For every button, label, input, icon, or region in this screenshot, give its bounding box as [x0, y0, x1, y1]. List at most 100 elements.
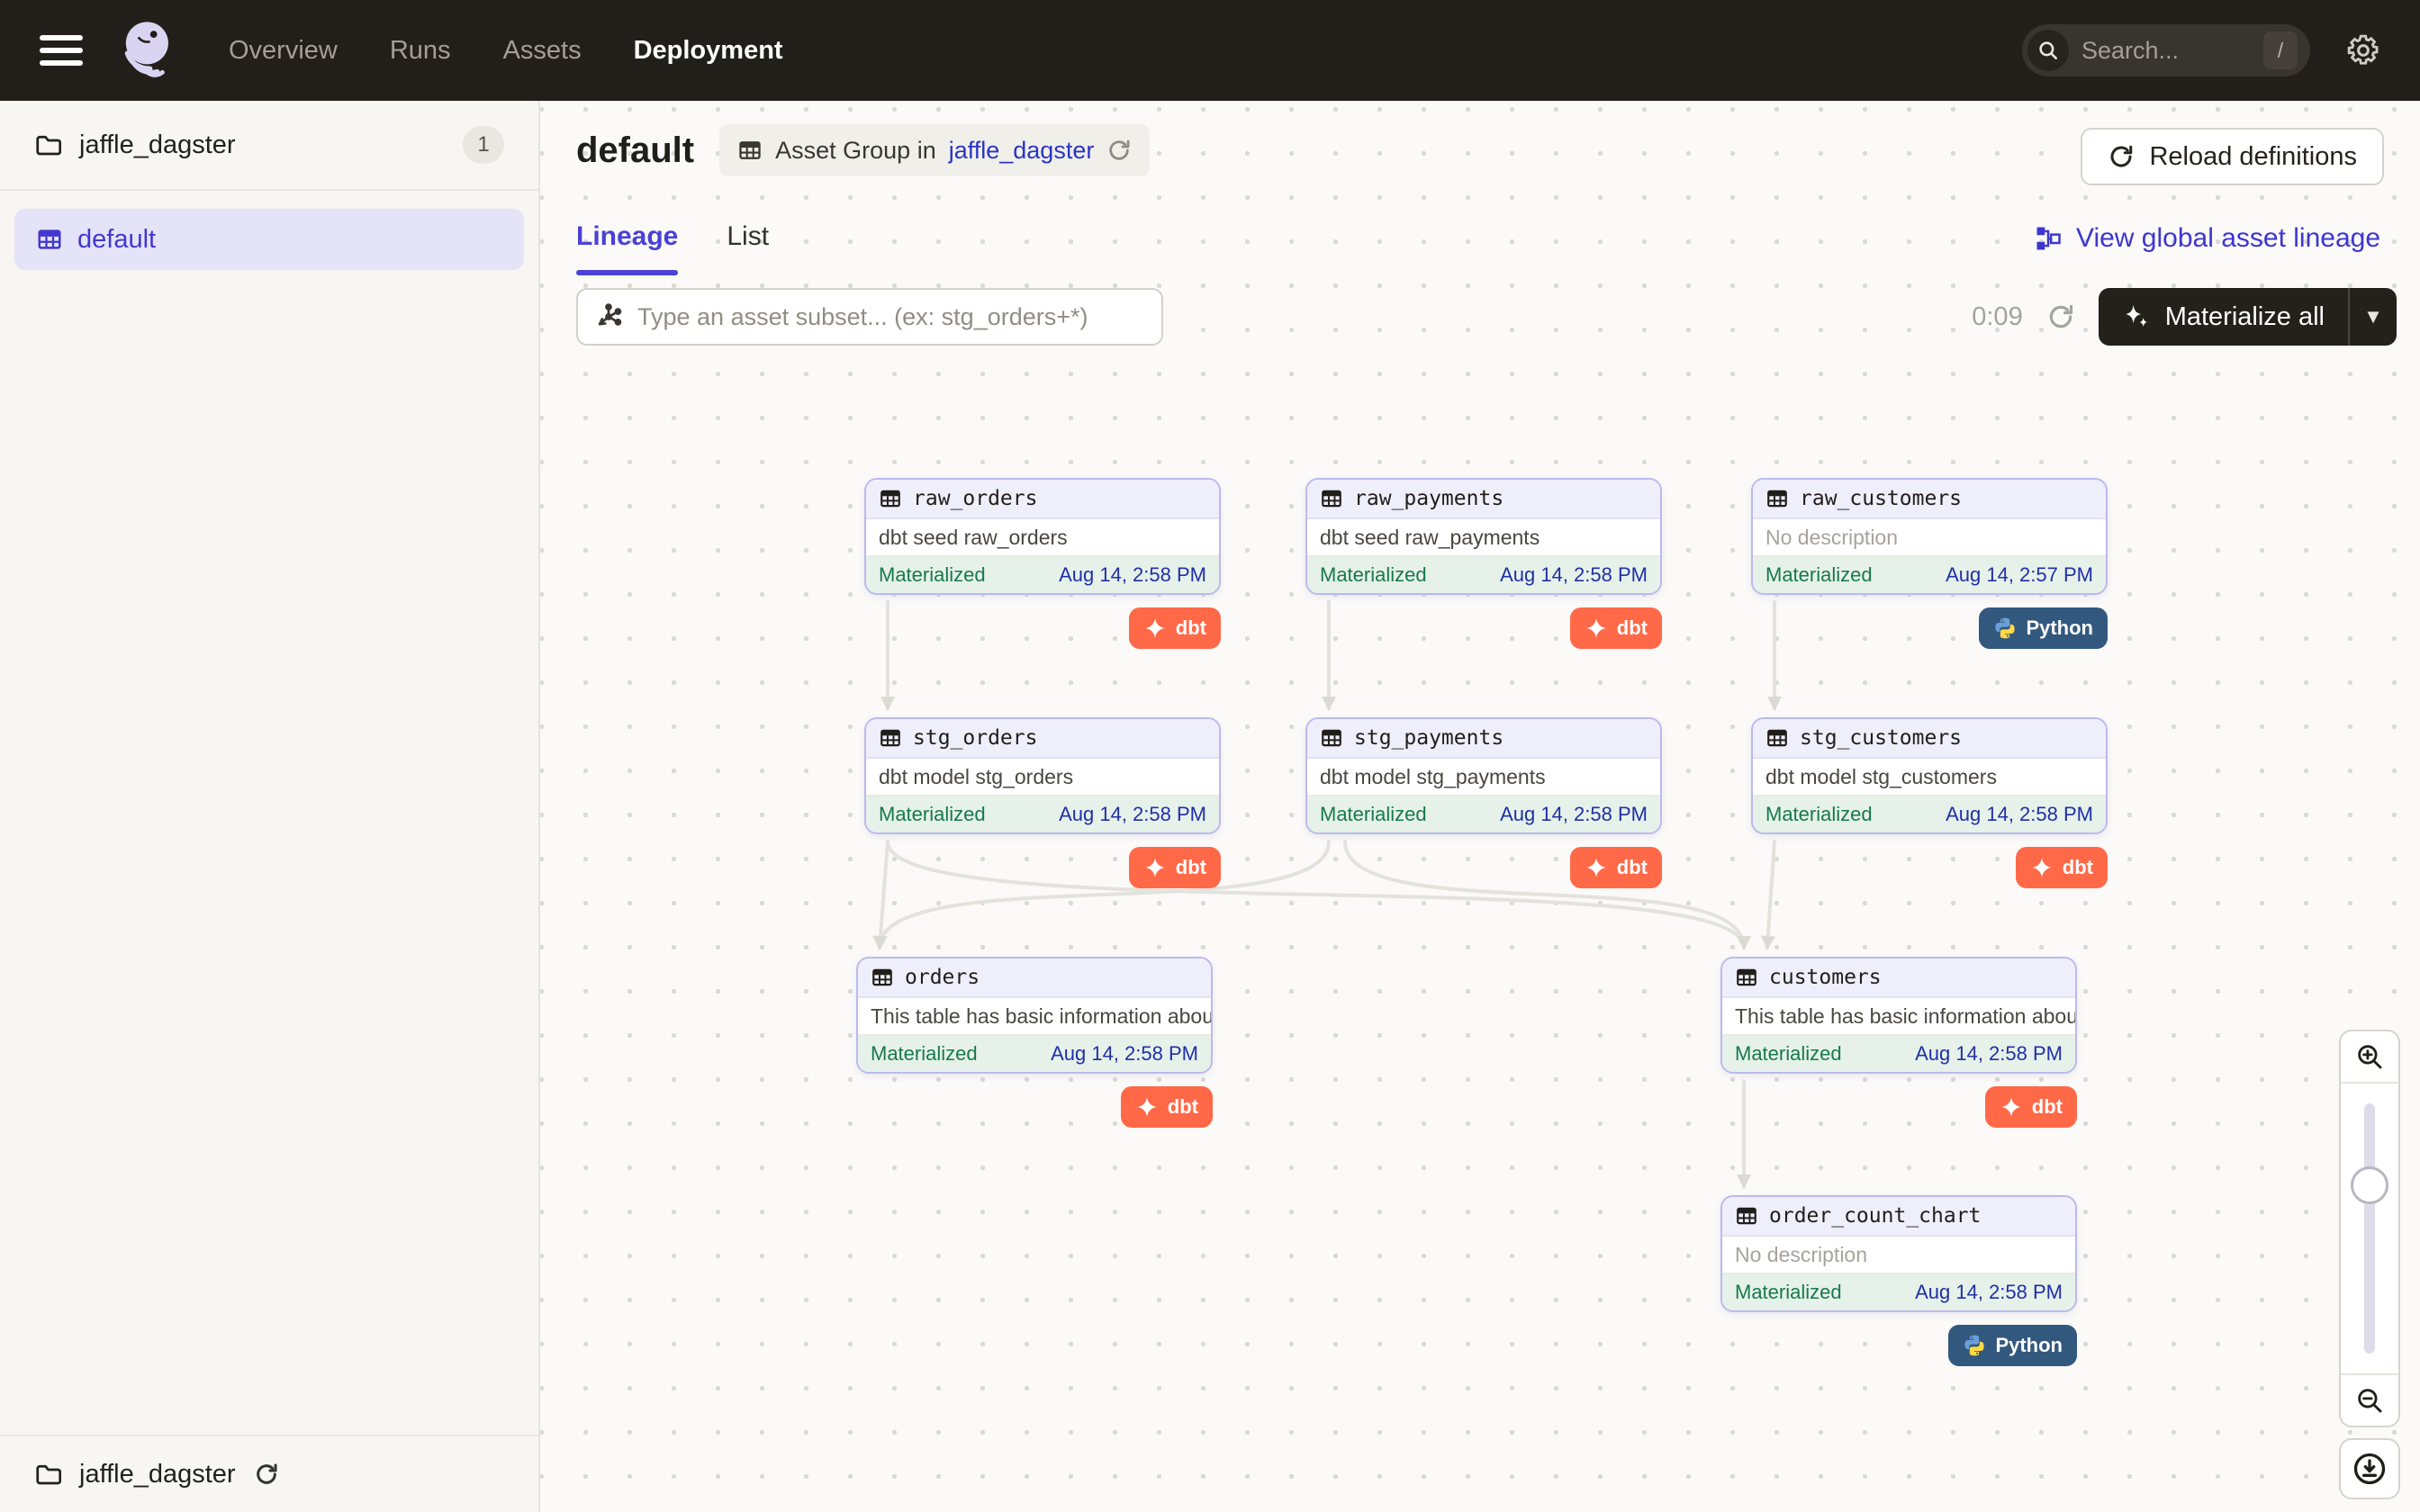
materialized-timestamp[interactable]: Aug 14, 2:58 PM — [1500, 563, 1648, 587]
global-search[interactable]: / — [2022, 24, 2310, 76]
materialized-timestamp[interactable]: Aug 14, 2:58 PM — [1059, 803, 1206, 826]
sidebar-item-default-group[interactable]: default — [14, 209, 524, 270]
asset-node-raw_orders[interactable]: raw_orders dbt seed raw_orders Materiali… — [864, 478, 1221, 595]
zoom-slider-track[interactable] — [2364, 1103, 2375, 1354]
refresh-icon — [2108, 143, 2135, 170]
asset-description: dbt model stg_payments — [1307, 759, 1660, 796]
nav-link-assets[interactable]: Assets — [503, 36, 582, 66]
dagster-logo[interactable] — [113, 15, 184, 86]
materialized-timestamp[interactable]: Aug 14, 2:58 PM — [1500, 803, 1648, 826]
materialized-status: Materialized — [1735, 1281, 1842, 1304]
dbt-logo-icon — [1143, 616, 1167, 640]
asset-node-raw_customers[interactable]: raw_customers No description Materialize… — [1751, 478, 2108, 595]
repo-count-badge: 1 — [463, 126, 504, 164]
sidebar-footer-repo: jaffle_dagster — [0, 1435, 538, 1512]
asset-node-header: raw_payments — [1307, 480, 1660, 519]
materialized-status: Materialized — [1765, 563, 1873, 587]
lineage-canvas[interactable]: 0:09 Materialize all ▼ — [540, 275, 2420, 1512]
asset-node-wrapper: stg_customers dbt model stg_customers Ma… — [1751, 717, 2108, 834]
asset-subset-input[interactable] — [637, 303, 1145, 331]
asset-node-header: raw_customers — [1753, 480, 2106, 519]
asset-name: orders — [905, 966, 980, 989]
gear-icon[interactable] — [2346, 33, 2380, 68]
dbt-badge[interactable]: dbt — [1129, 847, 1221, 888]
asset-node-orders[interactable]: orders This table has basic information … — [856, 957, 1213, 1074]
asset-group-icon — [737, 138, 763, 163]
folder-icon — [34, 131, 61, 158]
materialized-timestamp[interactable]: Aug 14, 2:58 PM — [1915, 1042, 2063, 1066]
download-image-button[interactable] — [2339, 1438, 2400, 1499]
zoom-out-icon — [2354, 1385, 2385, 1416]
refresh-icon[interactable] — [254, 1462, 279, 1487]
asset-node-raw_payments[interactable]: raw_payments dbt seed raw_payments Mater… — [1305, 478, 1662, 595]
sidebar-group-label: default — [77, 225, 156, 255]
asset-name: raw_payments — [1354, 487, 1503, 510]
asset-node-footer: Materialized Aug 14, 2:58 PM — [1722, 1274, 2075, 1310]
sparkle-icon — [2122, 302, 2151, 331]
zoom-out-button[interactable] — [2341, 1373, 2398, 1426]
python-badge[interactable]: Python — [1979, 608, 2108, 649]
edge-stg_customers-to-customers — [1767, 842, 1774, 948]
refresh-icon[interactable] — [2046, 302, 2075, 331]
materialized-timestamp[interactable]: Aug 14, 2:58 PM — [1059, 563, 1206, 587]
menu-icon[interactable] — [40, 35, 83, 66]
zoom-slider-handle[interactable] — [2351, 1166, 2388, 1204]
dbt-badge[interactable]: dbt — [1985, 1086, 2077, 1128]
sidebar: jaffle_dagster 1 default jaffle_dagster — [0, 101, 540, 1512]
materialize-all-button[interactable]: Materialize all — [2099, 288, 2348, 346]
zoom-in-button[interactable] — [2341, 1031, 2398, 1084]
nav-link-deployment[interactable]: Deployment — [634, 36, 783, 66]
tab-lineage[interactable]: Lineage — [576, 221, 678, 275]
reload-definitions-button[interactable]: Reload definitions — [2081, 128, 2384, 185]
asset-name: order_count_chart — [1769, 1204, 1981, 1228]
asset-node-wrapper: raw_payments dbt seed raw_payments Mater… — [1305, 478, 1662, 595]
dbt-badge[interactable]: dbt — [1570, 608, 1662, 649]
python-badge[interactable]: Python — [1948, 1325, 2077, 1366]
zoom-slider[interactable] — [2341, 1084, 2398, 1373]
context-repo-link[interactable]: jaffle_dagster — [949, 137, 1095, 165]
materialize-options-caret[interactable]: ▼ — [2348, 288, 2397, 346]
materialized-status: Materialized — [871, 1042, 978, 1066]
materialized-timestamp[interactable]: Aug 14, 2:58 PM — [1051, 1042, 1198, 1066]
badge-label: dbt — [1176, 856, 1206, 879]
dbt-badge[interactable]: dbt — [2016, 847, 2108, 888]
refresh-icon[interactable] — [1106, 138, 1132, 163]
refresh-timer: 0:09 — [1972, 302, 2022, 332]
asset-node-header: customers — [1722, 958, 2075, 998]
asset-node-footer: Materialized Aug 14, 2:58 PM — [858, 1036, 1211, 1072]
nav-link-runs[interactable]: Runs — [390, 36, 451, 66]
asset-node-order_count_chart[interactable]: order_count_chart No description Materia… — [1720, 1195, 2077, 1312]
dbt-badge[interactable]: dbt — [1129, 608, 1221, 649]
dbt-logo-icon — [2030, 856, 2054, 879]
repo-name: jaffle_dagster — [79, 130, 236, 160]
materialized-timestamp[interactable]: Aug 14, 2:58 PM — [1946, 803, 2093, 826]
asset-node-stg_payments[interactable]: stg_payments dbt model stg_payments Mate… — [1305, 717, 1662, 834]
table-icon — [879, 487, 902, 510]
asset-subset-filter[interactable] — [576, 288, 1163, 346]
dbt-badge[interactable]: dbt — [1570, 847, 1662, 888]
asset-node-stg_orders[interactable]: stg_orders dbt model stg_orders Material… — [864, 717, 1221, 834]
asset-name: customers — [1769, 966, 1882, 989]
badge-label: dbt — [1617, 616, 1648, 640]
zoom-controls — [2339, 1030, 2400, 1499]
search-input[interactable] — [2081, 37, 2251, 65]
asset-description: No description — [1722, 1237, 2075, 1274]
sidebar-repo-row[interactable]: jaffle_dagster 1 — [0, 101, 538, 191]
asset-node-customers[interactable]: customers This table has basic informati… — [1720, 957, 2077, 1074]
tab-list[interactable]: List — [727, 221, 769, 275]
materialized-timestamp[interactable]: Aug 14, 2:57 PM — [1946, 563, 2093, 587]
zoom-in-icon — [2354, 1041, 2385, 1072]
view-global-asset-lineage-link[interactable]: View global asset lineage — [2035, 223, 2380, 254]
materialized-timestamp[interactable]: Aug 14, 2:58 PM — [1915, 1281, 2063, 1304]
table-icon — [1735, 1204, 1758, 1228]
nav-link-overview[interactable]: Overview — [229, 36, 338, 66]
python-logo-icon — [1993, 616, 2017, 640]
asset-node-wrapper: raw_customers No description Materialize… — [1751, 478, 2108, 595]
materialized-status: Materialized — [879, 803, 986, 826]
table-icon — [879, 726, 902, 750]
asset-node-stg_customers[interactable]: stg_customers dbt model stg_customers Ma… — [1751, 717, 2108, 834]
dbt-logo-icon — [1585, 856, 1608, 879]
materialized-status: Materialized — [1735, 1042, 1842, 1066]
asset-name: raw_orders — [913, 487, 1037, 510]
dbt-badge[interactable]: dbt — [1121, 1086, 1213, 1128]
